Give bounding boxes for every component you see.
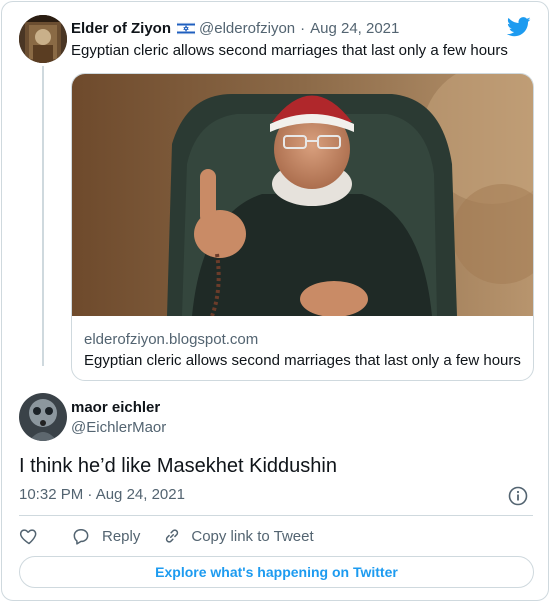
parent-author-avatar[interactable] xyxy=(19,15,67,63)
copy-link-button[interactable]: Copy link to Tweet xyxy=(162,526,314,546)
parent-tweet-date[interactable]: Aug 24, 2021 xyxy=(310,20,399,37)
reply-author-handle[interactable]: @EichlerMaor xyxy=(71,419,166,436)
link-preview-image xyxy=(72,74,533,317)
tweet-actions: Reply Copy link to Tweet xyxy=(19,525,314,547)
parent-tweet-header: Elder of Ziyon @elderofziyon · Aug 24, 2… xyxy=(71,18,399,38)
like-button[interactable] xyxy=(19,526,39,546)
israel-flag-icon xyxy=(176,21,196,35)
thread-connector-line xyxy=(42,66,44,366)
header-separator: · xyxy=(300,19,306,37)
heart-icon xyxy=(19,529,37,545)
link-domain: elderofziyon.blogspot.com xyxy=(84,331,259,348)
speech-bubble-icon xyxy=(73,529,89,545)
link-preview-card[interactable]: elderofziyon.blogspot.com Egyptian cleri… xyxy=(71,73,534,381)
twitter-bird-icon[interactable] xyxy=(506,16,531,38)
reply-tweet-text: I think he’d like Masekhet Kiddushin xyxy=(19,455,337,477)
actions-divider xyxy=(19,515,533,516)
copy-link-label: Copy link to Tweet xyxy=(191,527,314,545)
parent-tweet-text: Egyptian cleric allows second marriages … xyxy=(71,42,508,59)
link-title: Egyptian cleric allows second marriages … xyxy=(84,352,521,369)
explore-twitter-button[interactable]: Explore what's happening on Twitter xyxy=(19,556,534,588)
reply-author-avatar[interactable] xyxy=(19,393,67,441)
reply-label: Reply xyxy=(102,527,141,545)
reply-button[interactable]: Reply xyxy=(71,526,140,546)
info-icon[interactable] xyxy=(508,486,528,506)
link-preview-meta: elderofziyon.blogspot.com Egyptian cleri… xyxy=(84,330,521,370)
parent-author-name[interactable]: Elder of Ziyon xyxy=(71,20,171,37)
embedded-tweet-card: Elder of Ziyon @elderofziyon · Aug 24, 2… xyxy=(1,1,549,601)
reply-timestamp[interactable]: 10:32 PM · Aug 24, 2021 xyxy=(19,486,185,503)
parent-author-handle[interactable]: @elderofziyon xyxy=(199,20,295,37)
link-icon xyxy=(166,529,179,543)
reply-author-name[interactable]: maor eichler xyxy=(71,399,160,416)
